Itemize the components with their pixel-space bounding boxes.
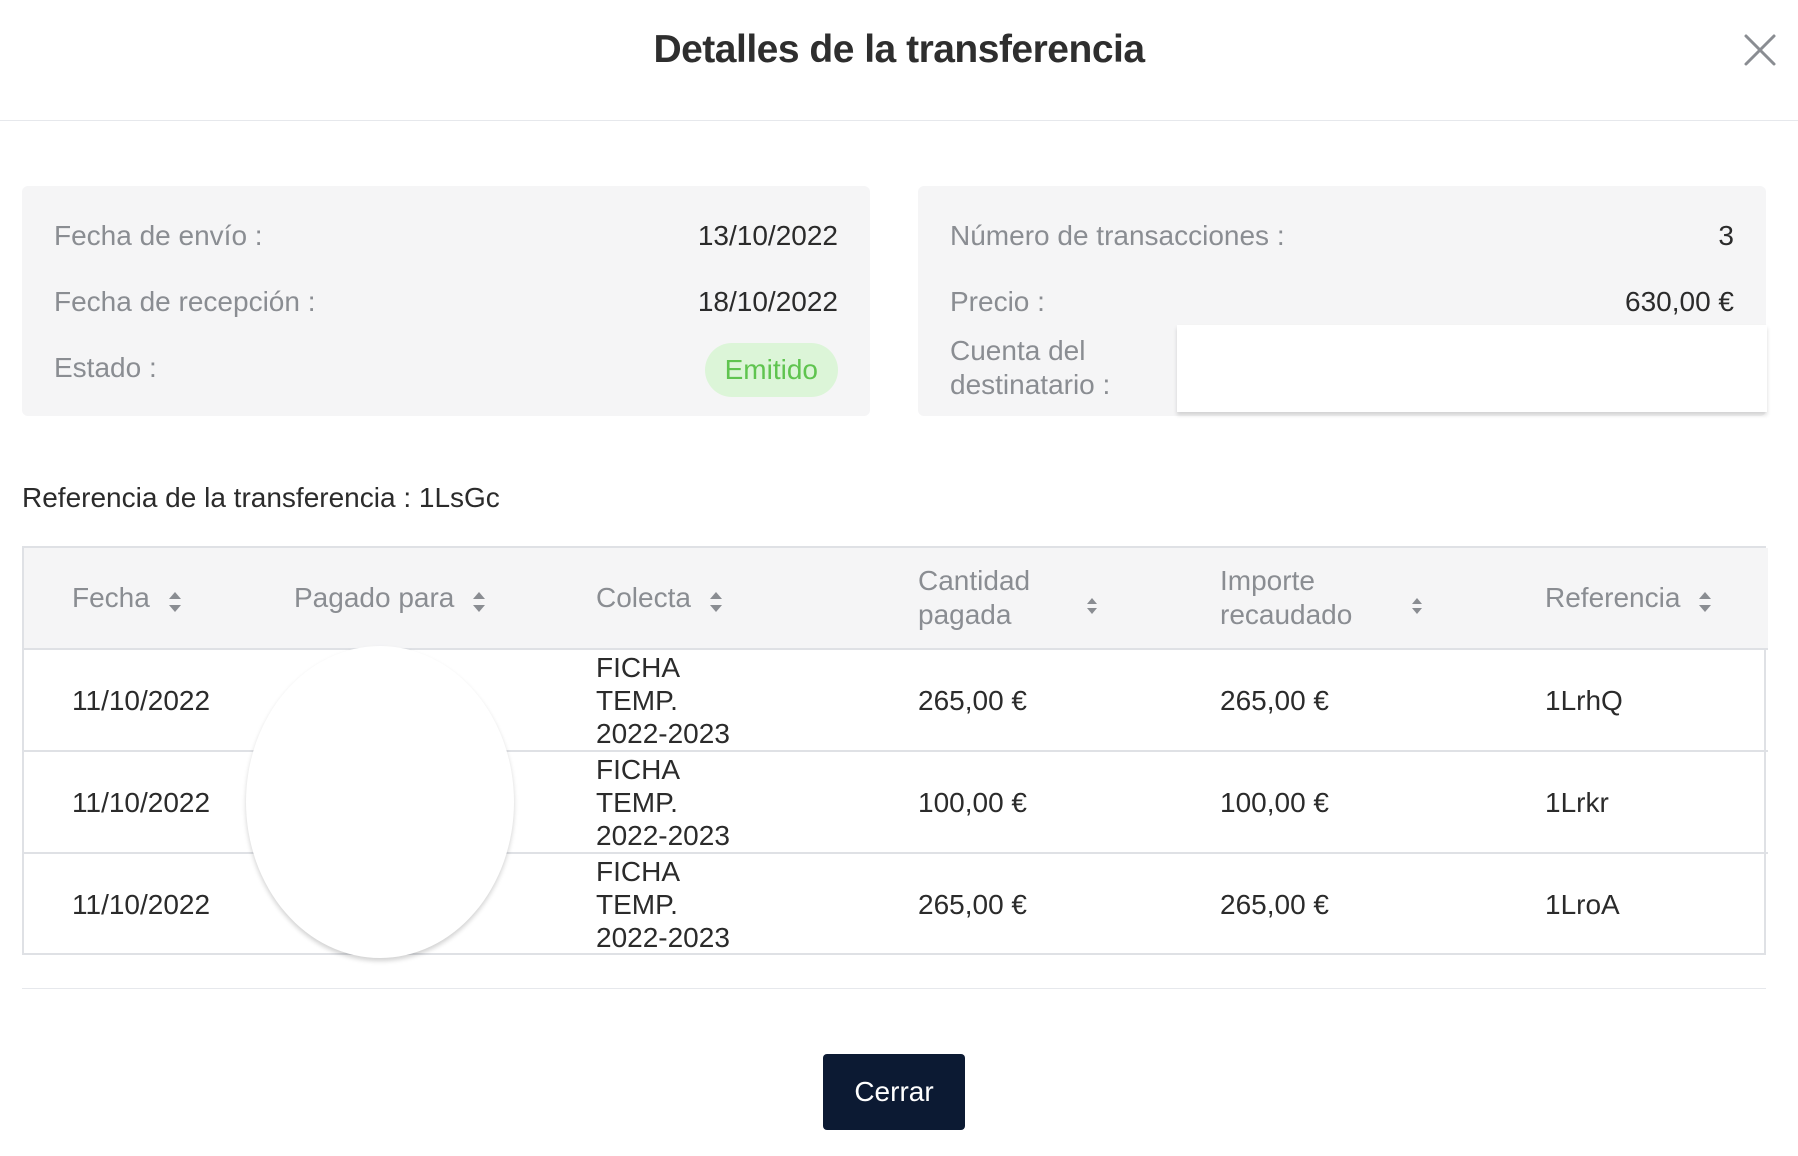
close-icon[interactable] <box>1740 30 1780 70</box>
cell-amount-collected: 265,00 € <box>1220 889 1329 920</box>
send-date-value: 13/10/2022 <box>697 220 838 251</box>
sort-icon[interactable] <box>1411 589 1423 614</box>
receive-date-row: Fecha de recepción : 18/10/2022 <box>54 286 838 318</box>
sort-icon[interactable] <box>168 587 182 612</box>
cell-amount-paid: 265,00 € <box>918 889 1027 920</box>
send-date-label: Fecha de envío : <box>54 220 263 251</box>
column-header-amount-paid[interactable]: Cantidad pagada <box>870 548 1172 650</box>
status-row: Estado : Emitido <box>54 343 838 397</box>
dialog-header: Detalles de la transferencia <box>0 0 1798 121</box>
transactions-value: 3 <box>1718 220 1734 251</box>
cell-amount-collected: 100,00 € <box>1172 751 1497 854</box>
account-label: Cuenta del destinatario : <box>950 335 1111 400</box>
account-redacted-box <box>1177 325 1767 412</box>
cell-amount-paid: 100,00 € <box>870 751 1172 854</box>
send-date-row: Fecha de envío : 13/10/2022 <box>54 220 838 252</box>
cell-collection: FICHA TEMP. 2022-2023 <box>596 856 730 953</box>
table-header-row: Fecha Pagado para Colecta Cantidad pagad… <box>24 548 1768 650</box>
column-header-collection-label: Colecta <box>596 582 691 613</box>
price-label: Precio : <box>950 286 1045 317</box>
sort-icon[interactable] <box>709 587 723 612</box>
column-header-amount-collected-label: Importe recaudado <box>1220 565 1353 630</box>
cell-date: 11/10/2022 <box>24 751 246 854</box>
cell-date: 11/10/2022 <box>72 889 211 920</box>
cell-reference: 1LroA <box>1545 889 1620 920</box>
dialog-title: Detalles de la transferencia <box>653 28 1145 71</box>
price-value: 630,00 € <box>1625 286 1734 317</box>
transfer-reference: Referencia de la transferencia : 1LsGc <box>22 482 500 513</box>
cell-amount-collected: 265,00 € <box>1172 649 1497 752</box>
status-badge: Emitido <box>704 343 838 397</box>
receive-date-label: Fecha de recepción : <box>54 286 316 317</box>
column-header-paid-for-label: Pagado para <box>294 582 455 613</box>
sort-icon[interactable] <box>472 587 486 612</box>
column-header-reference-label: Referencia <box>1545 582 1681 613</box>
cell-date: 11/10/2022 <box>24 649 246 752</box>
column-header-amount-paid-label: Cantidad pagada <box>918 565 1031 630</box>
cell-collection: FICHA TEMP. 2022-2023 <box>548 751 870 854</box>
sort-icon[interactable] <box>1086 589 1098 614</box>
redaction-overlay <box>246 646 514 958</box>
price-row: Precio : 630,00 € <box>950 286 1734 318</box>
column-header-collection[interactable]: Colecta <box>548 548 870 650</box>
transfer-dates-card: Fecha de envío : 13/10/2022 Fecha de rec… <box>22 186 870 416</box>
status-label: Estado : <box>54 352 157 383</box>
close-button[interactable]: Cerrar <box>823 1054 965 1130</box>
column-header-amount-collected[interactable]: Importe recaudado <box>1172 548 1497 650</box>
footer-divider <box>22 988 1766 989</box>
cell-collection: FICHA TEMP. 2022-2023 <box>548 649 870 752</box>
transactions-row: Número de transacciones : 3 <box>950 220 1734 252</box>
sort-icon[interactable] <box>1698 587 1712 612</box>
transactions-label: Número de transacciones : <box>950 220 1285 251</box>
column-header-date[interactable]: Fecha <box>24 548 246 650</box>
cell-amount-paid: 265,00 € <box>870 649 1172 752</box>
column-header-reference[interactable]: Referencia <box>1497 548 1768 650</box>
column-header-paid-for[interactable]: Pagado para <box>246 548 548 650</box>
cell-reference: 1LrhQ <box>1497 649 1768 752</box>
cell-reference: 1Lrkr <box>1497 751 1768 854</box>
transfer-summary-card: Número de transacciones : 3 Precio : 630… <box>918 186 1767 416</box>
receive-date-value: 18/10/2022 <box>697 286 838 317</box>
column-header-date-label: Fecha <box>72 582 150 613</box>
